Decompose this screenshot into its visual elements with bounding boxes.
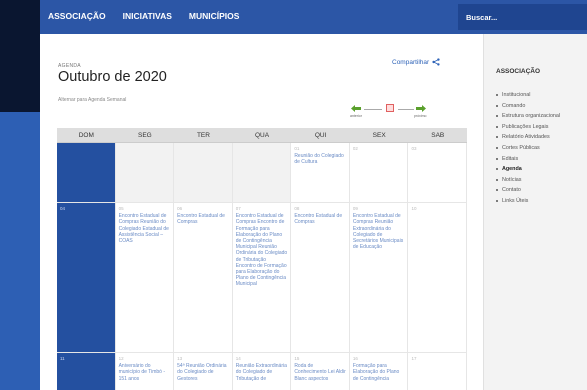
day-events[interactable]: Roda de Conhecimento Lei Aldir Blanc asp… <box>294 363 345 381</box>
sidebar-menu-item[interactable]: Notícias <box>496 177 560 183</box>
pager-prev-label[interactable]: anterior <box>350 114 362 118</box>
day-number: 07 <box>235 206 241 211</box>
left-background-panel <box>0 112 40 390</box>
day-events[interactable]: Reunião do Colegiado de Cultura <box>294 153 343 165</box>
day-events[interactable]: Encontro Estadual de Compras Reunião Ext… <box>353 213 403 250</box>
calendar-day-cell[interactable]: 15 Roda de Conhecimento Lei Aldir Blanc a… <box>291 353 350 390</box>
sidebar: ASSOCIAÇÃO Institucional Comando Estrutura… <box>483 34 587 390</box>
calendar-day-cell[interactable]: 14 Reunião Extraordinária do Colegiado de… <box>233 353 292 390</box>
calendar-day-cell[interactable]: 08 Encontro Estadual de Compras <box>291 203 350 353</box>
day-number: 04 <box>60 206 66 211</box>
day-number: 08 <box>294 206 300 211</box>
calendar-day-cell[interactable]: 13 54ª Reunião Ordinária do Colegiado de … <box>174 353 233 390</box>
day-number: 03 <box>411 146 417 151</box>
day-events[interactable]: Encontro Estadual de Compras Reunião do … <box>119 213 169 244</box>
month-calendar: DOM SEG TER QUA QUI SEX SAB 01 Reunião do… <box>57 128 468 390</box>
calendar-day-cell[interactable]: 11 <box>57 353 116 390</box>
day-number: 06 <box>177 206 183 211</box>
sidebar-menu-item[interactable]: Estrutura organizacional <box>496 113 560 119</box>
day-number: 01 <box>294 146 300 151</box>
sidebar-menu-item[interactable]: Cortes Públicas <box>496 145 560 151</box>
calendar-day-cell[interactable]: 04 <box>57 203 116 353</box>
calendar-day-cell[interactable]: 16 Formação para Elaboração do Plano de C… <box>350 353 409 390</box>
day-number: 09 <box>352 206 358 211</box>
weekday-label: SEX <box>372 132 386 139</box>
sidebar-menu-item[interactable]: Publicações Legais <box>496 124 560 130</box>
pager-next-label[interactable]: próximo <box>414 114 426 118</box>
main-nav: ASSOCIAÇÃO INICIATIVAS MUNICÍPIOS <box>48 11 239 21</box>
weekday-label: QUA <box>254 132 270 139</box>
day-events[interactable]: Encontro Estadual de Compras Encontro de… <box>236 213 287 287</box>
day-number: 12 <box>118 356 124 361</box>
calendar-day-cell[interactable] <box>57 143 116 203</box>
weekday-header: DOM SEG TER QUA QUI SEX SAB <box>57 128 467 143</box>
weekly-view-link[interactable]: Alternar para Agenda Semanal <box>58 97 126 103</box>
calendar-icon[interactable] <box>386 104 394 112</box>
share-label: Compartilhar <box>392 58 430 66</box>
calendar-day-cell[interactable]: 17 <box>408 353 468 390</box>
sidebar-menu-item[interactable]: Comando <box>496 103 560 109</box>
day-number: 13 <box>177 356 183 361</box>
day-number: 14 <box>235 356 241 361</box>
day-number: 17 <box>411 356 417 361</box>
day-number: 16 <box>352 356 358 361</box>
day-events[interactable]: Encontro Estadual de Compras <box>294 213 342 225</box>
day-events[interactable]: Encontro Estadual de Compras <box>177 213 225 225</box>
calendar-day-cell[interactable] <box>174 143 233 203</box>
nav-item-iniciativas[interactable]: INICIATIVAS <box>123 11 172 21</box>
arrow-left-icon[interactable] <box>351 105 361 112</box>
calendar-day-cell[interactable]: 05 Encontro Estadual de Compras Reunião d… <box>115 203 175 353</box>
top-navigation-bar: ASSOCIAÇÃO INICIATIVAS MUNICÍPIOS Buscar… <box>40 0 587 34</box>
nav-item-associacao[interactable]: ASSOCIAÇÃO <box>48 11 106 21</box>
calendar-week-row: 04 05 Encontro Estadual de Compras Reunião… <box>57 203 468 353</box>
calendar-day-cell[interactable] <box>232 143 292 203</box>
calendar-day-cell[interactable]: 10 <box>408 203 468 353</box>
weekday-label: DOM <box>78 132 94 139</box>
weekday-label: QUI <box>314 132 327 139</box>
calendar-day-cell[interactable]: 07 Encontro Estadual de Compras Encontro … <box>232 203 292 353</box>
calendar-day-cell[interactable]: 09 Encontro Estadual de Compras Reunião E… <box>349 203 409 353</box>
pager-divider <box>364 109 382 110</box>
nav-item-municipios[interactable]: MUNICÍPIOS <box>189 11 240 21</box>
calendar-day-cell[interactable] <box>115 143 175 203</box>
day-number: 10 <box>411 206 417 211</box>
page-body: AGENDA Outubro de 2020 Alternar para Age… <box>40 34 587 390</box>
day-number: 11 <box>60 356 65 361</box>
search-input[interactable]: Buscar... <box>458 4 587 30</box>
weekday-label: SAB <box>431 132 445 139</box>
calendar-day-cell[interactable]: 12 Aniversário do município de Timbó - 15… <box>116 353 175 390</box>
sidebar-menu-item[interactable]: Relatório Atividades <box>496 134 560 140</box>
day-events[interactable]: 54ª Reunião Ordinária do Colegiado de Ge… <box>177 363 226 381</box>
calendar-day-cell[interactable]: 03 <box>408 143 468 203</box>
share-icon <box>432 58 440 66</box>
pager-divider <box>398 109 414 110</box>
sidebar-menu-item[interactable]: Links Úteis <box>496 198 560 204</box>
sidebar-title: ASSOCIAÇÃO <box>496 68 541 75</box>
share-button[interactable]: Compartilhar <box>392 58 440 66</box>
calendar-day-cell[interactable]: 02 <box>349 143 409 203</box>
calendar-weeks: 01 Reunião do Colegiado de Cultura 02 03 04 0… <box>57 143 468 390</box>
page-title: Outubro de 2020 <box>58 69 167 85</box>
calendar-week-row: 11 12 Aniversário do município de Timbó - … <box>57 353 468 390</box>
calendar-day-cell[interactable]: 01 Reunião do Colegiado de Cultura <box>291 143 350 203</box>
weekday-label: SEG <box>138 132 152 139</box>
month-pager: anterior próximo <box>350 104 450 121</box>
calendar-day-cell[interactable]: 06 Encontro Estadual de Compras <box>174 203 233 353</box>
sidebar-menu-item[interactable]: Agenda <box>496 166 560 172</box>
day-events[interactable]: Reunião Extraordinária do Colegiado de T… <box>236 363 287 381</box>
arrow-right-icon[interactable] <box>416 105 426 112</box>
day-number: 02 <box>352 146 358 151</box>
weekday-label: TER <box>196 132 210 139</box>
day-number: 15 <box>294 356 300 361</box>
sidebar-menu: Institucional Comando Estrutura organizaci… <box>496 92 560 209</box>
day-events[interactable]: Formação para Elaboração do Plano de Con… <box>353 363 399 381</box>
sidebar-menu-item[interactable]: Institucional <box>496 92 560 98</box>
sidebar-menu-item[interactable]: Contato <box>496 187 560 193</box>
screen: ASSOCIAÇÃO INICIATIVAS MUNICÍPIOS Buscar… <box>0 0 587 390</box>
day-events[interactable]: Aniversário do município de Timbó - 151 … <box>119 363 165 381</box>
calendar-week-row: 01 Reunião do Colegiado de Cultura 02 03 <box>57 143 468 203</box>
agenda-content: AGENDA Outubro de 2020 Alternar para Age… <box>40 34 483 390</box>
day-number: 05 <box>118 206 124 211</box>
sidebar-menu-item[interactable]: Editais <box>496 156 560 162</box>
